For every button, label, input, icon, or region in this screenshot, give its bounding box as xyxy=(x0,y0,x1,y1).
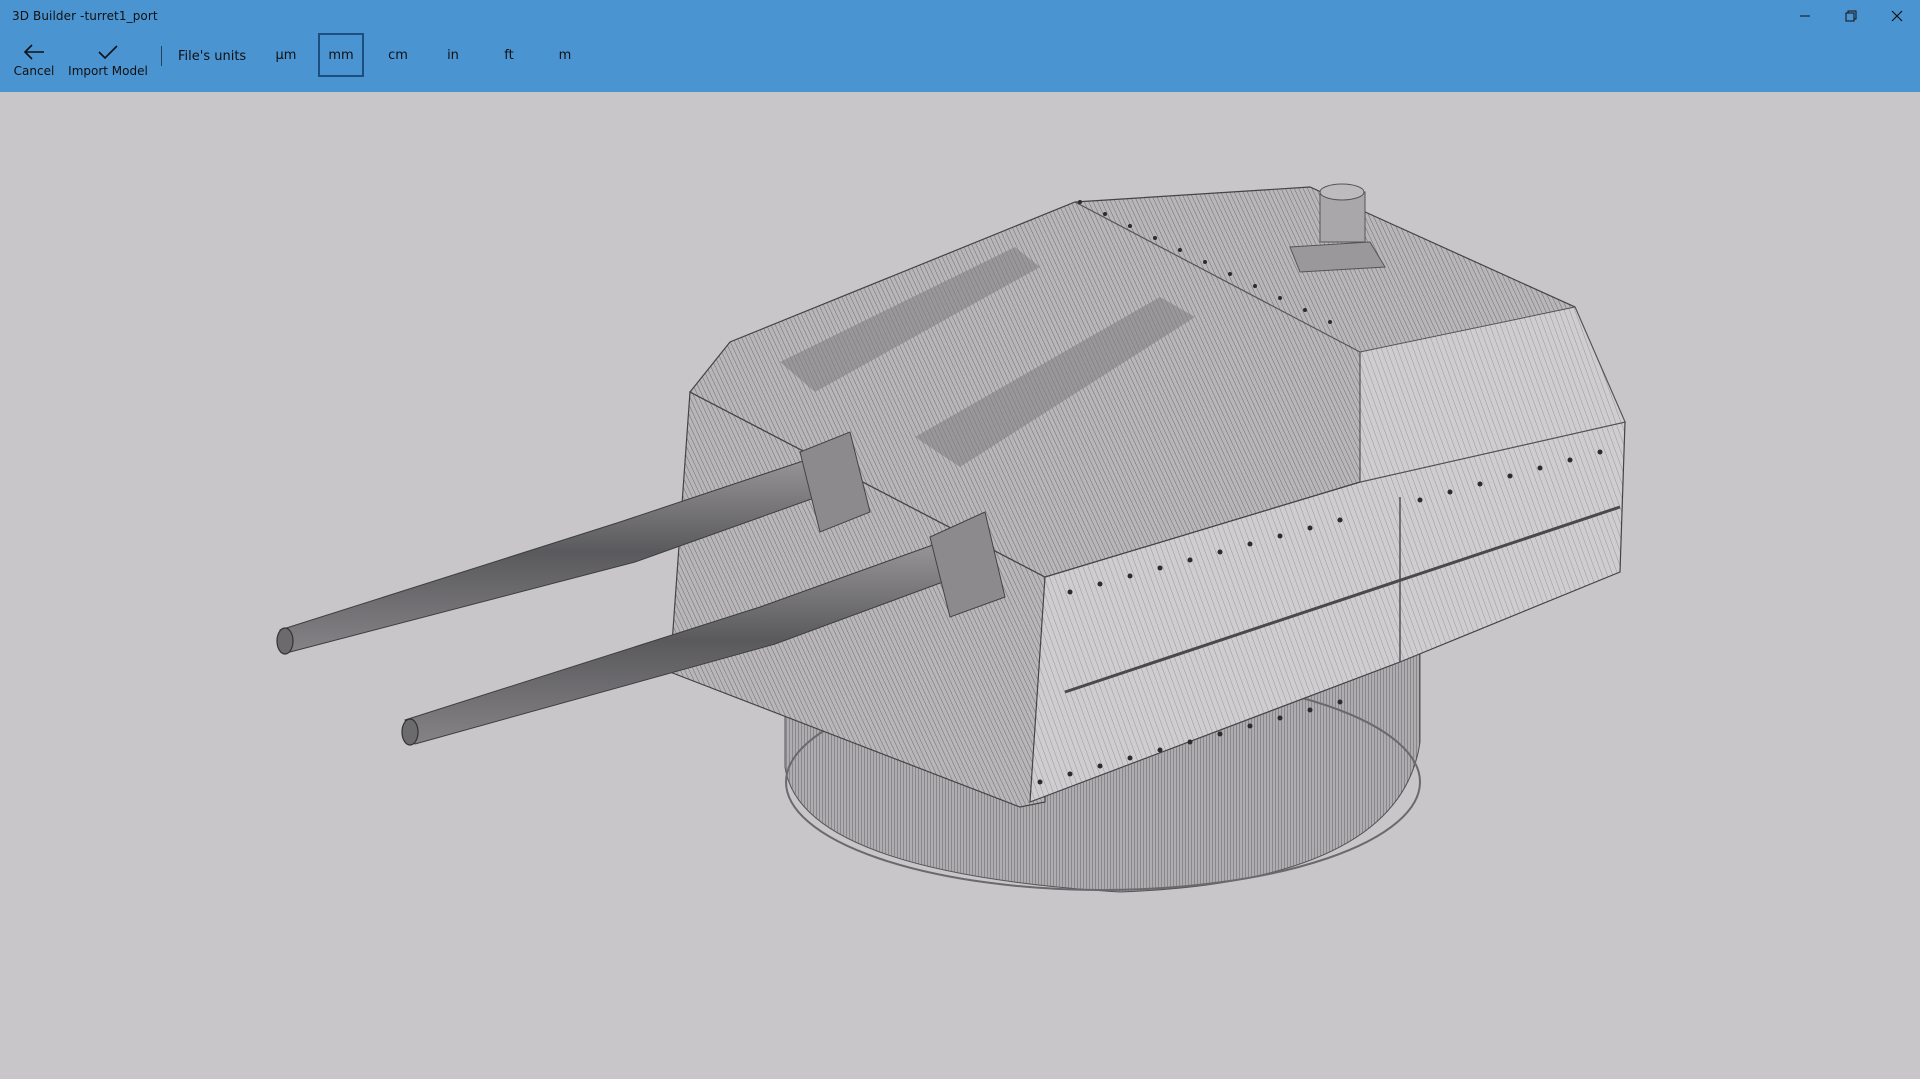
3d-viewport[interactable] xyxy=(0,92,1920,1079)
close-button[interactable] xyxy=(1874,0,1920,32)
cancel-label: Cancel xyxy=(13,64,55,78)
close-icon xyxy=(1891,10,1903,22)
minimize-button[interactable] xyxy=(1782,0,1828,32)
unit-option-cm[interactable]: cm xyxy=(375,33,421,77)
turret-model xyxy=(276,183,1626,893)
restore-icon xyxy=(1845,10,1857,22)
import-model-button[interactable]: Import Model xyxy=(68,40,148,88)
window-title: 3D Builder -turret1_port xyxy=(12,9,158,23)
unit-option-in[interactable]: in xyxy=(430,33,476,77)
top-bar: 3D Builder -turret1_port Cancel Import M… xyxy=(0,0,1920,92)
cancel-button[interactable]: Cancel xyxy=(12,40,56,88)
checkmark-icon xyxy=(97,40,119,64)
back-arrow-icon xyxy=(23,40,45,64)
import-model-label: Import Model xyxy=(68,64,148,78)
minimize-icon xyxy=(1800,15,1810,17)
unit-option-m[interactable]: m xyxy=(542,33,588,77)
unit-option-mm[interactable]: mm xyxy=(318,33,364,77)
unit-option-um[interactable]: µm xyxy=(263,33,309,77)
unit-option-ft[interactable]: ft xyxy=(486,33,532,77)
app-window: 3D Builder -turret1_port Cancel Import M… xyxy=(0,0,1920,1079)
title-bar: 3D Builder -turret1_port xyxy=(0,0,1920,32)
restore-button[interactable] xyxy=(1828,0,1874,32)
toolbar-divider xyxy=(161,46,162,66)
units-label: File's units xyxy=(178,49,247,64)
